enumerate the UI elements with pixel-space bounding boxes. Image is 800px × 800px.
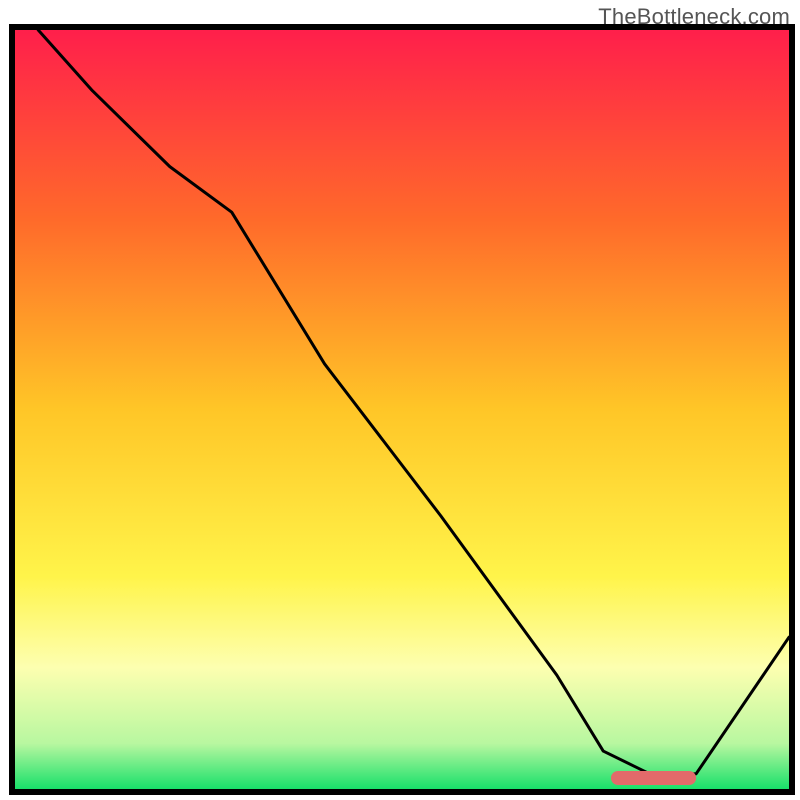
optimal-range-marker	[611, 771, 696, 785]
bottleneck-chart	[0, 0, 800, 800]
chart-background	[15, 30, 789, 789]
chart-container: TheBottleneck.com	[0, 0, 800, 800]
watermark-text: TheBottleneck.com	[598, 4, 790, 30]
